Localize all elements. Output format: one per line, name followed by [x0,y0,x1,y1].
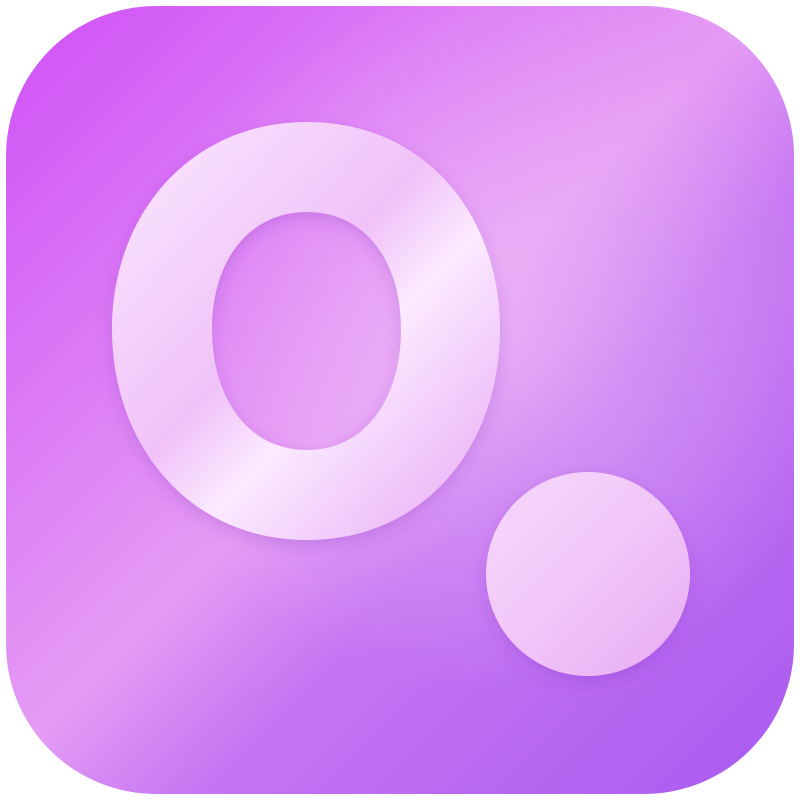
app-icon[interactable] [0,0,800,800]
icon-canvas [0,0,800,800]
dot-shape [486,472,690,676]
app-logo-icon [6,6,794,794]
